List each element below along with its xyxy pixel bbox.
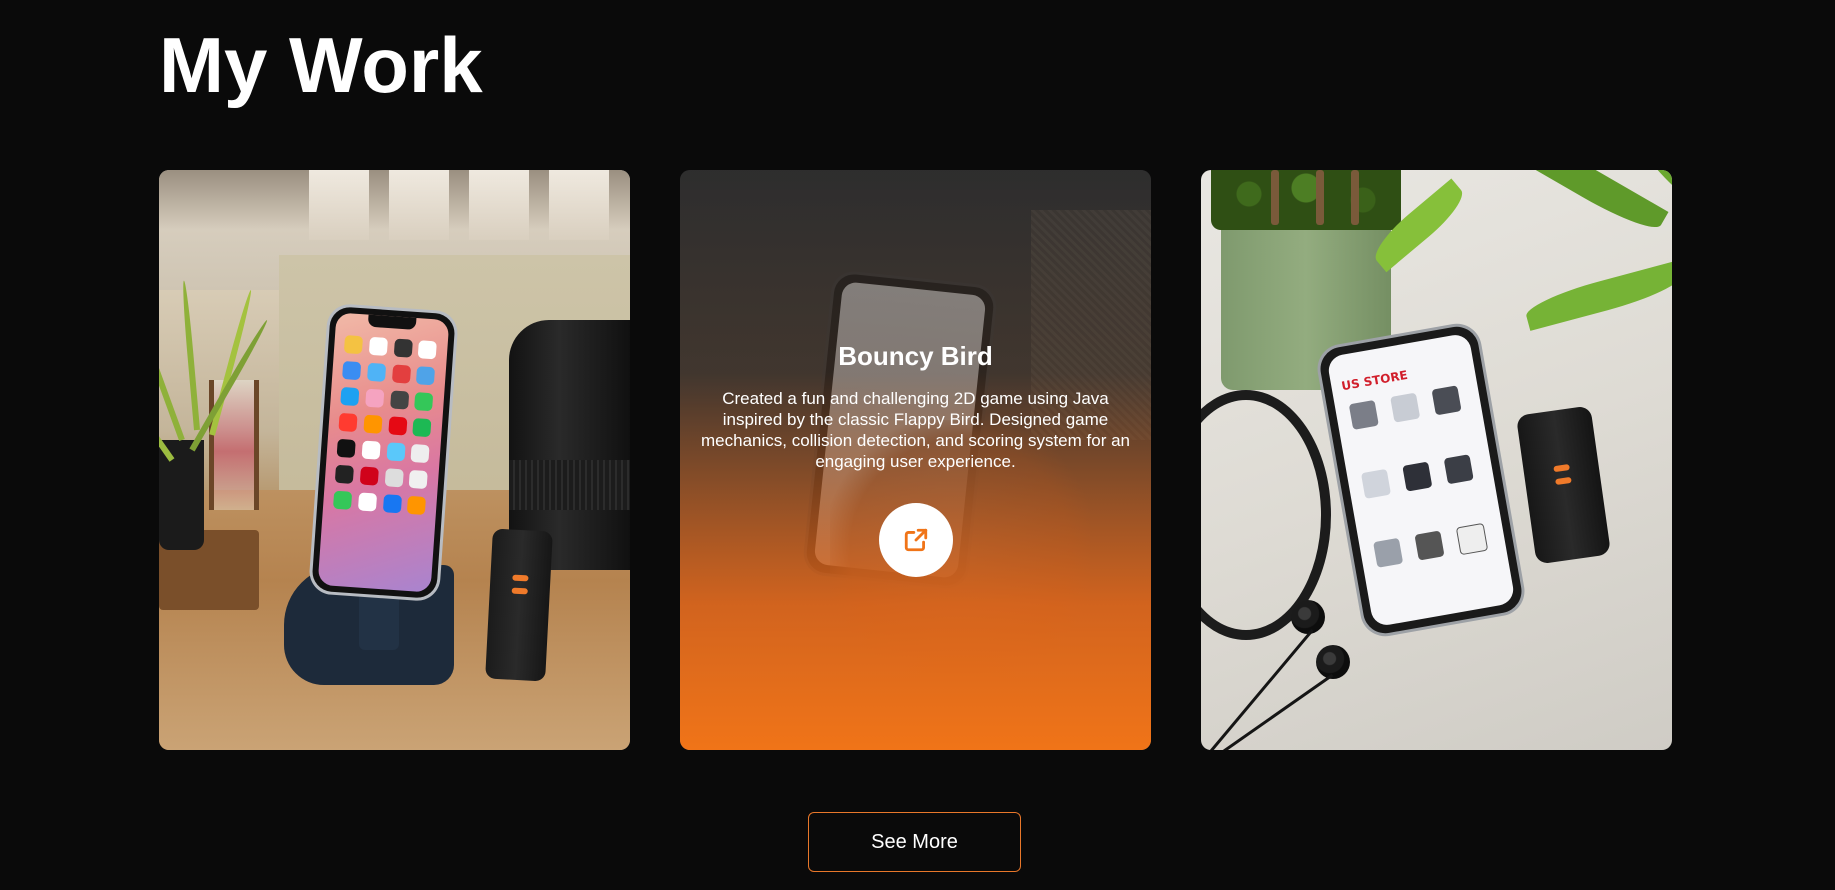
project-cards: Bouncy Bird Created a fun and challengin… — [159, 170, 1672, 750]
project-title: Bouncy Bird — [838, 341, 993, 371]
project-card-3[interactable]: US STORE — [1201, 170, 1672, 750]
store-app-logo: US STORE — [1340, 367, 1409, 394]
see-more-button[interactable]: See More — [808, 812, 1021, 872]
portfolio-work-section: My Work Bouncy Bird Created a fun and ch… — [0, 0, 1835, 890]
project-image-phone-stand — [159, 170, 630, 750]
project-card-bouncy-bird[interactable]: Bouncy Bird Created a fun and challengin… — [680, 170, 1151, 750]
project-overlay-content: Bouncy Bird Created a fun and challengin… — [680, 340, 1151, 472]
project-link-button[interactable] — [879, 503, 953, 577]
project-card-1[interactable] — [159, 170, 630, 750]
external-link-icon — [903, 527, 929, 553]
project-image-ecommerce-phone: US STORE — [1201, 170, 1672, 750]
project-description: Created a fun and challenging 2D game us… — [701, 389, 1130, 471]
section-title: My Work — [159, 21, 483, 109]
